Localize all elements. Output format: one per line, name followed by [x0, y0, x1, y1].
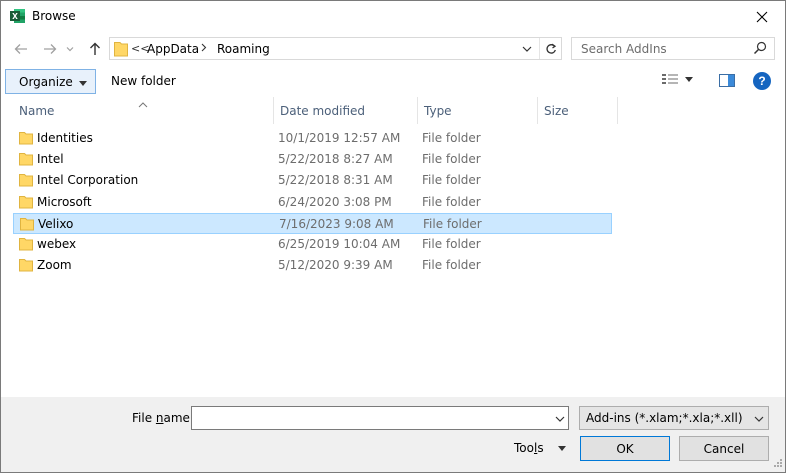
arrow-left-icon	[14, 44, 27, 54]
organize-button[interactable]: Organize	[5, 69, 96, 94]
breadcrumb-roaming[interactable]: Roaming	[217, 42, 270, 56]
resize-grip-icon[interactable]	[773, 457, 783, 471]
file-date: 5/22/2018 8:27 AM	[278, 152, 393, 167]
file-name: Velixo	[38, 216, 74, 231]
back-button[interactable]	[10, 38, 32, 60]
chevron-down-icon	[66, 47, 74, 52]
file-date: 5/12/2020 9:39 AM	[278, 258, 393, 273]
refresh-button[interactable]	[539, 38, 561, 59]
address-dropdown-button[interactable]	[519, 41, 535, 57]
file-name: Identities	[37, 131, 93, 145]
file-name-field[interactable]	[191, 406, 569, 430]
organize-label: Organize	[19, 74, 73, 89]
chevron-down-icon	[522, 46, 532, 52]
breadcrumb-appdata[interactable]: AppData	[147, 42, 199, 56]
column-header-type[interactable]: Type	[418, 97, 538, 124]
dialog-footer: File name: Add-ins (*.xlam;*.xla;*.xll) …	[1, 397, 785, 472]
file-type: File folder	[422, 152, 481, 167]
cancel-button[interactable]: Cancel	[679, 436, 769, 461]
address-bar[interactable]: << AppData Roaming	[109, 37, 562, 60]
folder-icon	[20, 217, 34, 234]
recent-locations-button[interactable]	[63, 38, 77, 60]
column-header-size[interactable]: Size	[538, 97, 618, 124]
column-header-name[interactable]: Name	[13, 97, 274, 124]
arrow-up-icon	[90, 42, 100, 55]
folder-icon	[19, 173, 33, 190]
close-button[interactable]	[739, 1, 785, 32]
file-type-value: Add-ins (*.xlam;*.xla;*.xll)	[586, 411, 743, 425]
browse-dialog: Browse << AppData Roaming Search AddIns …	[0, 0, 786, 473]
file-date: 6/25/2019 10:04 AM	[278, 237, 401, 251]
file-row[interactable]: Velixo 7/16/2023 9:08 AM File folder	[13, 212, 612, 234]
folder-icon	[114, 41, 128, 60]
file-row[interactable]: Intel Corporation 5/22/2018 8:31 AM File f…	[13, 170, 612, 191]
forward-button[interactable]	[39, 38, 61, 60]
file-date: 6/24/2020 3:08 PM	[278, 194, 392, 209]
arrow-right-icon	[44, 44, 57, 54]
tools-button[interactable]: Tools	[514, 441, 566, 455]
preview-pane-button[interactable]	[719, 74, 735, 90]
file-date: 7/16/2023 9:08 AM	[279, 216, 394, 231]
file-list: Name Date modified Type Size Identities 1…	[1, 97, 785, 395]
window-title: Browse	[32, 9, 76, 23]
file-type-select[interactable]: Add-ins (*.xlam;*.xla;*.xll)	[579, 406, 769, 430]
preview-pane-icon	[719, 74, 735, 87]
search-box[interactable]: Search AddIns	[571, 37, 775, 60]
file-row[interactable]: webex 6/25/2019 10:04 AM File folder	[13, 234, 612, 255]
new-folder-button[interactable]: New folder	[111, 74, 176, 88]
file-date: 10/1/2019 12:57 AM	[278, 131, 401, 145]
folder-icon	[19, 131, 33, 148]
file-type: File folder	[422, 194, 481, 209]
command-bar: Organize New folder ?	[1, 66, 785, 97]
details-view-icon	[662, 74, 678, 84]
file-name-label: File name:	[132, 411, 194, 425]
file-name: Intel	[37, 152, 64, 167]
search-icon[interactable]	[753, 41, 767, 58]
file-name: Microsoft	[37, 194, 92, 209]
help-button[interactable]: ?	[753, 72, 771, 90]
folder-icon	[19, 258, 33, 275]
file-row[interactable]: Identities 10/1/2019 12:57 AM File folder	[13, 128, 612, 149]
up-button[interactable]	[84, 38, 106, 60]
folder-icon	[19, 195, 33, 212]
change-view-button[interactable]	[661, 73, 693, 85]
caret-down-icon	[78, 75, 87, 89]
search-input[interactable]: Search AddIns	[581, 42, 667, 56]
title-bar: Browse	[1, 1, 785, 32]
excel-icon	[10, 8, 26, 24]
file-type: File folder	[422, 237, 481, 251]
file-name-dropdown[interactable]	[555, 411, 565, 425]
file-type: File folder	[422, 258, 481, 273]
chevron-down-icon	[754, 411, 764, 425]
caret-down-icon	[685, 76, 693, 82]
file-name: webex	[37, 237, 77, 251]
chevron-down-icon	[555, 416, 565, 422]
folder-icon	[19, 237, 33, 254]
refresh-icon	[545, 43, 556, 54]
file-type: File folder	[422, 131, 481, 145]
caret-down-icon	[557, 445, 566, 451]
file-row[interactable]: Microsoft 6/24/2020 3:08 PM File folder	[13, 192, 612, 213]
tools-label: Tools	[514, 441, 544, 455]
file-date: 5/22/2018 8:31 AM	[278, 173, 393, 188]
file-type: File folder	[422, 173, 481, 188]
navigation-bar: << AppData Roaming Search AddIns	[1, 34, 785, 64]
ok-button[interactable]: OK	[580, 436, 670, 461]
file-row[interactable]: Zoom 5/12/2020 9:39 AM File folder	[13, 255, 612, 276]
folder-icon	[19, 152, 33, 169]
close-icon	[756, 11, 768, 22]
chevron-right-icon[interactable]	[201, 42, 207, 55]
file-type: File folder	[423, 216, 482, 231]
column-header-date[interactable]: Date modified	[274, 97, 418, 124]
file-name: Zoom	[37, 258, 72, 273]
file-row[interactable]: Intel 5/22/2018 8:27 AM File folder	[13, 149, 612, 170]
file-name: Intel Corporation	[37, 173, 139, 188]
